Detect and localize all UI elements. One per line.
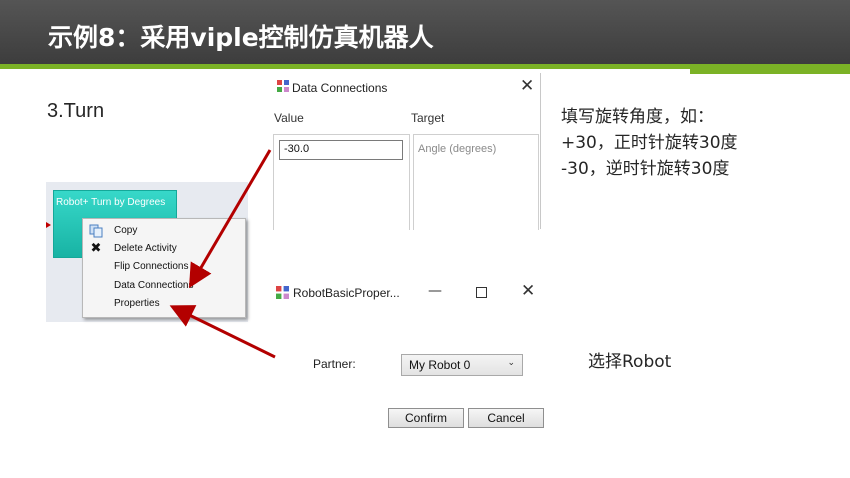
dialog-title: RobotBasicProper... xyxy=(293,286,400,300)
menu-item-data-connections[interactable]: Data Connections xyxy=(83,277,245,295)
menu-item-copy[interactable]: Copy xyxy=(83,222,245,240)
select-robot-note: 选择Robot xyxy=(588,352,672,372)
column-header-target: Target xyxy=(411,111,445,125)
instruction-line: 填写旋转角度，如： xyxy=(561,107,714,127)
menu-item-label: Delete Activity xyxy=(114,243,177,254)
minimize-icon[interactable]: — xyxy=(428,283,442,299)
context-menu: Copy ✖ Delete Activity Flip Connections … xyxy=(82,218,246,318)
instruction-line: -30，逆时针旋转30度 xyxy=(561,159,730,179)
value-input[interactable]: -30.0 xyxy=(279,140,403,160)
menu-item-flip-connections[interactable]: Flip Connections xyxy=(83,258,245,276)
cancel-button[interactable]: Cancel xyxy=(468,408,544,428)
dialog-title: Data Connections xyxy=(292,81,388,95)
confirm-button[interactable]: Confirm xyxy=(388,408,464,428)
instruction-line: +30，正时针旋转30度 xyxy=(561,133,738,153)
chevron-down-icon: ⌄ xyxy=(507,358,515,368)
angle-instructions: 填写旋转角度，如： +30，正时针旋转30度 -30，逆时针旋转30度 xyxy=(561,104,738,182)
step-label: 3.Turn xyxy=(47,100,105,122)
menu-item-label: Flip Connections xyxy=(114,261,189,272)
slide-header: 示例8：采用viple控制仿真机器人 xyxy=(0,0,850,64)
menu-item-label: Copy xyxy=(114,225,138,236)
column-header-value: Value xyxy=(274,111,304,125)
menu-item-properties[interactable]: Properties xyxy=(83,295,245,313)
app-icon xyxy=(277,80,289,92)
target-angle-field[interactable]: Angle (degrees) xyxy=(418,143,496,155)
activity-label: Robot+ Turn by Degrees xyxy=(56,197,166,208)
close-x-icon: ✖ xyxy=(90,241,102,256)
partner-select-value: My Robot 0 xyxy=(409,358,471,372)
close-icon[interactable]: ✕ xyxy=(520,76,534,96)
header-accent-rule-secondary xyxy=(690,69,850,74)
maximize-icon[interactable] xyxy=(476,287,487,298)
copy-icon xyxy=(89,224,103,238)
menu-item-label: Properties xyxy=(114,298,160,309)
menu-item-label: Data Connections xyxy=(114,280,194,291)
partner-select[interactable]: My Robot 0 ⌄ xyxy=(401,354,523,376)
input-port-icon xyxy=(46,222,51,228)
close-icon[interactable]: ✕ xyxy=(521,281,535,301)
slide-title: 示例8：采用viple控制仿真机器人 xyxy=(48,23,434,52)
app-icon xyxy=(276,286,289,299)
menu-item-delete-activity[interactable]: ✖ Delete Activity xyxy=(83,240,245,258)
dialog-border xyxy=(540,73,541,229)
partner-label: Partner: xyxy=(313,357,356,371)
